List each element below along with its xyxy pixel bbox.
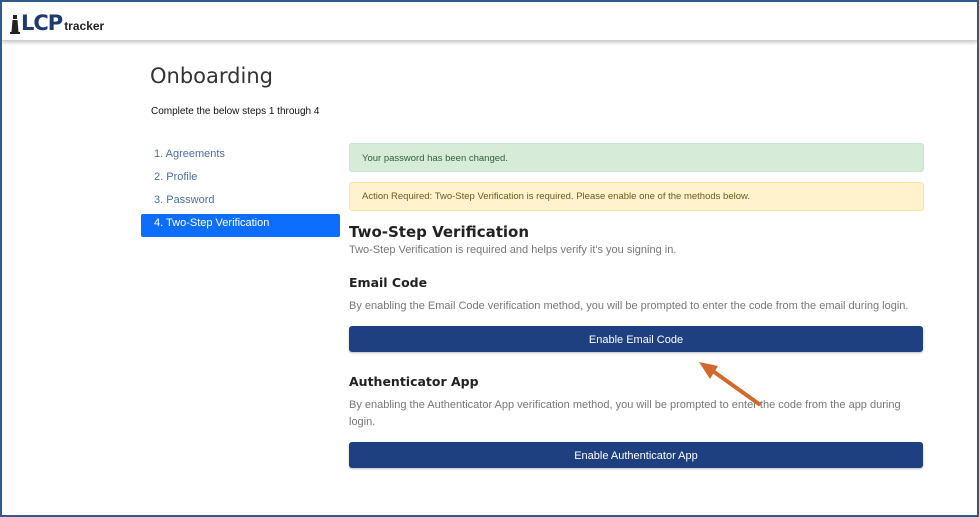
logo-sub-text: tracker xyxy=(64,19,105,33)
lighthouse-icon xyxy=(10,12,20,34)
app-logo[interactable]: LCP tracker xyxy=(10,10,104,34)
authenticator-description: By enabling the Authenticator App verifi… xyxy=(349,399,901,428)
enable-email-code-button[interactable]: Enable Email Code xyxy=(349,326,923,352)
step-password[interactable]: 3. Password xyxy=(141,191,340,214)
step-profile[interactable]: 2. Profile xyxy=(141,168,340,191)
onboarding-steps-nav: 1. Agreements 2. Profile 3. Password 4. … xyxy=(141,145,340,237)
enable-authenticator-app-button[interactable]: Enable Authenticator App xyxy=(349,442,923,468)
logo-main-text: LCP xyxy=(21,11,63,35)
success-alert: Your password has been changed. xyxy=(349,143,924,172)
warning-alert: Action Required: Two-Step Verification i… xyxy=(349,182,924,211)
email-code-heading: Email Code xyxy=(349,275,428,290)
page-subtitle: Complete the below steps 1 through 4 xyxy=(151,106,320,117)
top-bar: LCP tracker xyxy=(2,2,977,41)
step-agreements[interactable]: 1. Agreements xyxy=(141,145,340,168)
two-step-heading: Two-Step Verification xyxy=(349,223,530,241)
step-two-step-verification[interactable]: 4. Two-Step Verification xyxy=(141,214,340,237)
screenshot-frame: LCP tracker Onboarding Complete the belo… xyxy=(0,0,979,517)
email-code-description: By enabling the Email Code verification … xyxy=(349,300,909,312)
main-content: Your password has been changed. Action R… xyxy=(349,143,924,468)
two-step-description: Two-Step Verification is required and he… xyxy=(349,244,677,256)
page-title: Onboarding xyxy=(150,64,273,88)
authenticator-heading: Authenticator App xyxy=(349,374,479,389)
